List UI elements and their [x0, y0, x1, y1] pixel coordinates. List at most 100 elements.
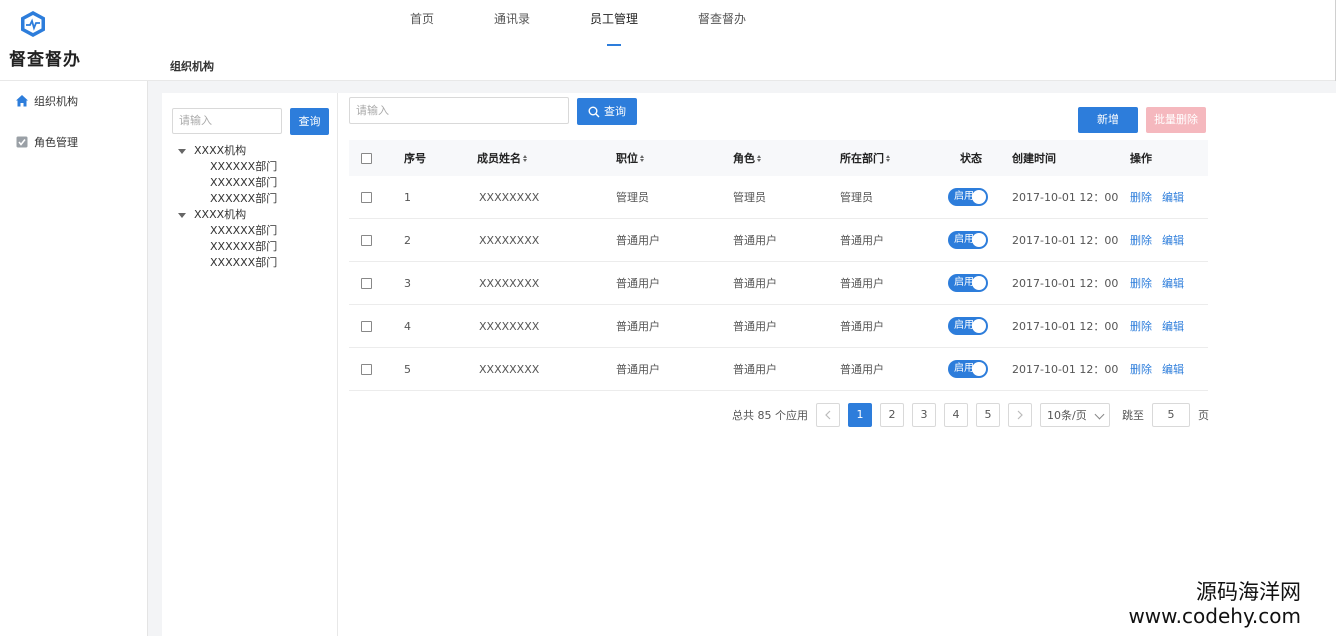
status-toggle[interactable]: 启用	[948, 317, 988, 335]
header-position[interactable]: 职位	[616, 140, 644, 176]
status-toggle[interactable]: 启用	[948, 360, 988, 378]
cell-name: XXXXXXXX	[479, 190, 540, 204]
table-row: 4 XXXXXXXX 普通用户 普通用户 普通用户 启用 2017-10-01 12：00 删…	[349, 305, 1208, 348]
org-tree: XXXX机构 XXXXXX部门 XXXXXX部门 XXXXXX部门 XXXX机构…	[178, 143, 277, 271]
header-created: 创建时间	[1012, 152, 1056, 165]
header-status: 状态	[960, 152, 982, 165]
checkbox-icon	[16, 136, 28, 148]
tree-search-input[interactable]: 请输入	[172, 108, 282, 134]
batch-delete-button[interactable]: 批量删除	[1146, 107, 1206, 133]
delete-link[interactable]: 删除	[1130, 232, 1152, 248]
row-checkbox[interactable]	[361, 234, 372, 246]
tree-search-button[interactable]: 查询	[290, 108, 329, 135]
tree-node-org[interactable]: XXXX机构	[178, 143, 277, 159]
edit-link[interactable]: 编辑	[1162, 318, 1184, 334]
app-logo-icon	[21, 11, 45, 37]
delete-link[interactable]: 删除	[1130, 361, 1152, 377]
main-search-button[interactable]: 查询	[577, 98, 637, 125]
tree-node-org[interactable]: XXXX机构	[178, 207, 277, 223]
cell-position: 管理员	[616, 191, 649, 204]
page-button[interactable]: 4	[944, 402, 968, 427]
row-checkbox[interactable]	[361, 320, 372, 332]
prev-page-button[interactable]	[816, 402, 840, 427]
page-button[interactable]: 1	[848, 402, 872, 427]
delete-link[interactable]: 删除	[1130, 318, 1152, 334]
tree-node-dept[interactable]: XXXXXX部门	[178, 255, 277, 271]
cell-name: XXXXXXXX	[479, 276, 540, 290]
header-department[interactable]: 所在部门	[840, 140, 890, 176]
table-header: 序号 成员姓名 职位 角色 所在部门 状态 创建时间 操作	[349, 140, 1208, 176]
cell-role: 普通用户	[733, 277, 777, 290]
row-checkbox[interactable]	[361, 363, 372, 375]
delete-link[interactable]: 删除	[1130, 189, 1152, 205]
cell-department: 普通用户	[840, 320, 884, 333]
nav-item-employees[interactable]: 员工管理	[560, 10, 668, 40]
top-header: 督查督办 首页 通讯录 员工管理 督查督办 组织机构	[0, 0, 1336, 81]
header-ops: 操作	[1130, 152, 1152, 165]
cell-created: 2017-10-01 12：00	[1012, 277, 1119, 290]
edit-link[interactable]: 编辑	[1162, 275, 1184, 291]
nav-item-contacts[interactable]: 通讯录	[464, 10, 560, 40]
chevron-right-icon	[1017, 410, 1023, 419]
sidebar: 组织机构 角色管理	[0, 81, 148, 636]
tree-node-dept[interactable]: XXXXXX部门	[178, 191, 277, 207]
edit-link[interactable]: 编辑	[1162, 361, 1184, 377]
next-page-button[interactable]	[1008, 402, 1032, 427]
cell-role: 普通用户	[733, 234, 777, 247]
status-toggle[interactable]: 启用	[948, 274, 988, 292]
chevron-down-icon	[1094, 409, 1105, 419]
cell-index: 5	[404, 362, 411, 376]
cell-position: 普通用户	[616, 320, 660, 333]
sort-icon	[757, 154, 761, 162]
table-row: 3 XXXXXXXX 普通用户 普通用户 普通用户 启用 2017-10-01 12：00 删…	[349, 262, 1208, 305]
sidebar-item-label: 角色管理	[34, 136, 78, 149]
search-icon	[588, 106, 600, 117]
page-button[interactable]: 2	[880, 402, 904, 427]
cell-name: XXXXXXXX	[479, 362, 540, 376]
header-name[interactable]: 成员姓名	[477, 140, 527, 176]
cell-role: 普通用户	[733, 320, 777, 333]
header-role[interactable]: 角色	[733, 140, 761, 176]
table-row: 1 XXXXXXXX 管理员 管理员 管理员 启用 2017-10-01 12：00 删除 编辑	[349, 176, 1208, 219]
cell-position: 普通用户	[616, 363, 660, 376]
add-button[interactable]: 新增	[1078, 107, 1138, 133]
cell-created: 2017-10-01 12：00	[1012, 363, 1119, 376]
home-icon	[16, 95, 28, 107]
page-button[interactable]: 5	[976, 402, 1000, 427]
cell-position: 普通用户	[616, 277, 660, 290]
cell-department: 普通用户	[840, 277, 884, 290]
header-index: 序号	[404, 152, 426, 165]
breadcrumb: 组织机构	[170, 60, 214, 73]
row-checkbox[interactable]	[361, 277, 372, 289]
cell-created: 2017-10-01 12：00	[1012, 191, 1119, 204]
nav-item-supervision[interactable]: 督查督办	[668, 10, 776, 40]
nav-item-home[interactable]: 首页	[380, 10, 464, 40]
tree-node-dept[interactable]: XXXXXX部门	[178, 239, 277, 255]
status-toggle[interactable]: 启用	[948, 188, 988, 206]
delete-link[interactable]: 删除	[1130, 275, 1152, 291]
page-button[interactable]: 3	[912, 402, 936, 427]
sidebar-item-label: 组织机构	[34, 95, 78, 108]
table-row: 2 XXXXXXXX 普通用户 普通用户 普通用户 启用 2017-10-01 12：00 删…	[349, 219, 1208, 262]
tree-node-dept[interactable]: XXXXXX部门	[178, 159, 277, 175]
row-checkbox[interactable]	[361, 191, 372, 203]
cell-created: 2017-10-01 12：00	[1012, 234, 1119, 247]
caret-down-icon	[178, 212, 186, 218]
jump-page-input[interactable]: 5	[1152, 402, 1190, 427]
watermark: 源码海洋网 www.codehy.com	[1128, 580, 1301, 628]
page-size-select[interactable]: 10条/页	[1040, 402, 1110, 427]
cell-department: 普通用户	[840, 234, 884, 247]
tree-node-dept[interactable]: XXXXXX部门	[178, 175, 277, 191]
sidebar-item-roles[interactable]: 角色管理	[15, 134, 78, 150]
caret-down-icon	[178, 148, 186, 154]
status-toggle[interactable]: 启用	[948, 231, 988, 249]
main-search-input[interactable]: 请输入	[349, 97, 569, 124]
edit-link[interactable]: 编辑	[1162, 232, 1184, 248]
pagination-total: 总共 85 个应用	[732, 408, 808, 422]
edit-link[interactable]: 编辑	[1162, 189, 1184, 205]
select-all-checkbox[interactable]	[361, 152, 372, 164]
employee-table: 序号 成员姓名 职位 角色 所在部门 状态 创建时间 操作 1 XXXXXXXX 管…	[349, 140, 1208, 391]
sidebar-item-org[interactable]: 组织机构	[15, 93, 78, 109]
cell-position: 普通用户	[616, 234, 660, 247]
tree-node-dept[interactable]: XXXXXX部门	[178, 223, 277, 239]
